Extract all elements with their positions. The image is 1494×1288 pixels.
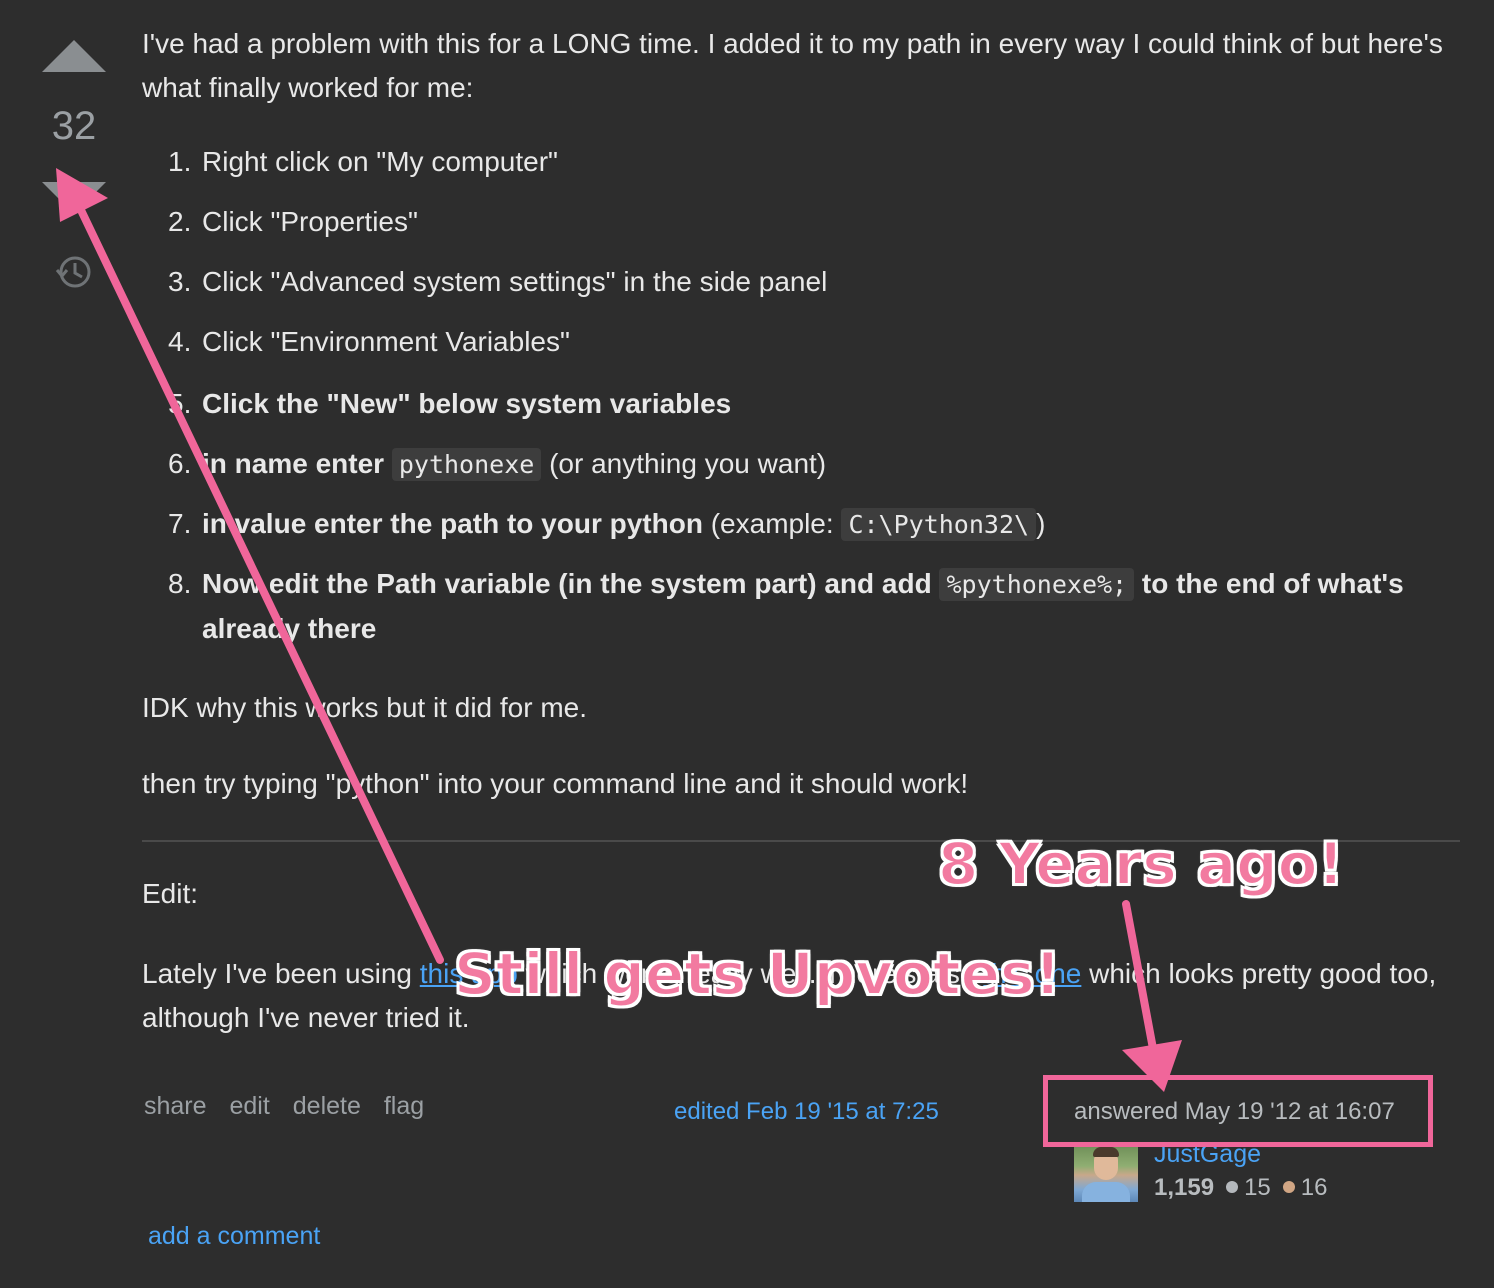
step-number: 5. (168, 388, 192, 419)
delete-link[interactable]: delete (293, 1092, 361, 1120)
step-number: 3. (168, 266, 192, 297)
code-snippet: C:\Python32\ (841, 508, 1037, 541)
user-reputation: 1,159 15 16 (1154, 1174, 1327, 1202)
upvote-arrow-icon[interactable] (42, 40, 106, 72)
edit-link[interactable]: edit (230, 1092, 270, 1120)
step-number: 1. (168, 146, 192, 177)
edited-timestamp-link[interactable]: edited Feb 19 '15 at 7:25 (674, 1098, 939, 1126)
share-link[interactable]: share (144, 1092, 207, 1120)
step-number: 6. (168, 448, 192, 479)
post-paragraph: IDK why this works but it did for me. (142, 692, 588, 723)
answer-post: 32 I've had a problem with this for a LO… (0, 0, 1494, 1288)
step-text: Now edit the Path variable (in the syste… (202, 562, 1442, 651)
post-intro: I've had a problem with this for a LONG … (142, 28, 1443, 103)
step-number: 4. (168, 326, 192, 357)
add-comment-link[interactable]: add a comment (148, 1222, 320, 1251)
downvote-arrow-icon[interactable] (42, 182, 106, 214)
step-text: Right click on "My computer" (202, 146, 558, 177)
post-menu: share edit delete flag (144, 1092, 440, 1121)
history-icon[interactable] (54, 252, 94, 292)
step-text: in value enter the path to your python (… (202, 502, 1442, 547)
step-bold-text: in name enter (202, 448, 385, 479)
step-bold-text: in value enter the path to your python (202, 508, 703, 539)
arrow-head-icon (1122, 1040, 1182, 1092)
reputation-score: 1,159 (1154, 1174, 1215, 1201)
step-text: Click the "New" below system variables (202, 388, 732, 419)
answered-timestamp: answered May 19 '12 at 16:07 (1074, 1098, 1395, 1125)
username-link[interactable]: JustGage (1154, 1140, 1261, 1169)
silver-badge-icon (1226, 1181, 1239, 1193)
step-text: Click "Advanced system settings" in the … (202, 266, 828, 297)
step-number: 7. (168, 508, 192, 539)
app-link[interactable]: this app (420, 958, 518, 989)
code-snippet: %pythonexe%; (939, 568, 1135, 601)
paragraph-text: which works really well. There's also (525, 958, 976, 989)
step-rest-text: (example: (710, 508, 834, 539)
step-text: in name enter pythonexe (or anything you… (202, 442, 1442, 487)
post-paragraph: then try typing "python" into your comma… (142, 768, 969, 799)
edit-heading: Edit: (142, 878, 199, 909)
code-snippet: pythonexe (391, 448, 542, 481)
step-text: Click "Properties" (202, 206, 418, 237)
divider (142, 840, 1460, 842)
step-number: 2. (168, 206, 192, 237)
step-bold-text: Now edit the Path variable (in the syste… (202, 568, 932, 599)
vote-count: 32 (51, 104, 97, 148)
step-rest-text: ) (1036, 508, 1046, 539)
silver-badge-count: 15 (1244, 1174, 1271, 1201)
step-number: 8. (168, 568, 192, 599)
step-text: Click "Environment Variables" (202, 326, 570, 357)
step-rest-text: (or anything you want) (549, 448, 827, 479)
post-paragraph: Lately I've been using this app which wo… (142, 952, 1442, 1040)
paragraph-text: Lately I've been using (142, 958, 412, 989)
this-one-link[interactable]: this one (983, 958, 1081, 989)
flag-link[interactable]: flag (384, 1092, 424, 1120)
avatar[interactable] (1074, 1142, 1138, 1202)
bronze-badge-icon (1282, 1181, 1295, 1193)
bronze-badge-count: 16 (1300, 1174, 1328, 1201)
